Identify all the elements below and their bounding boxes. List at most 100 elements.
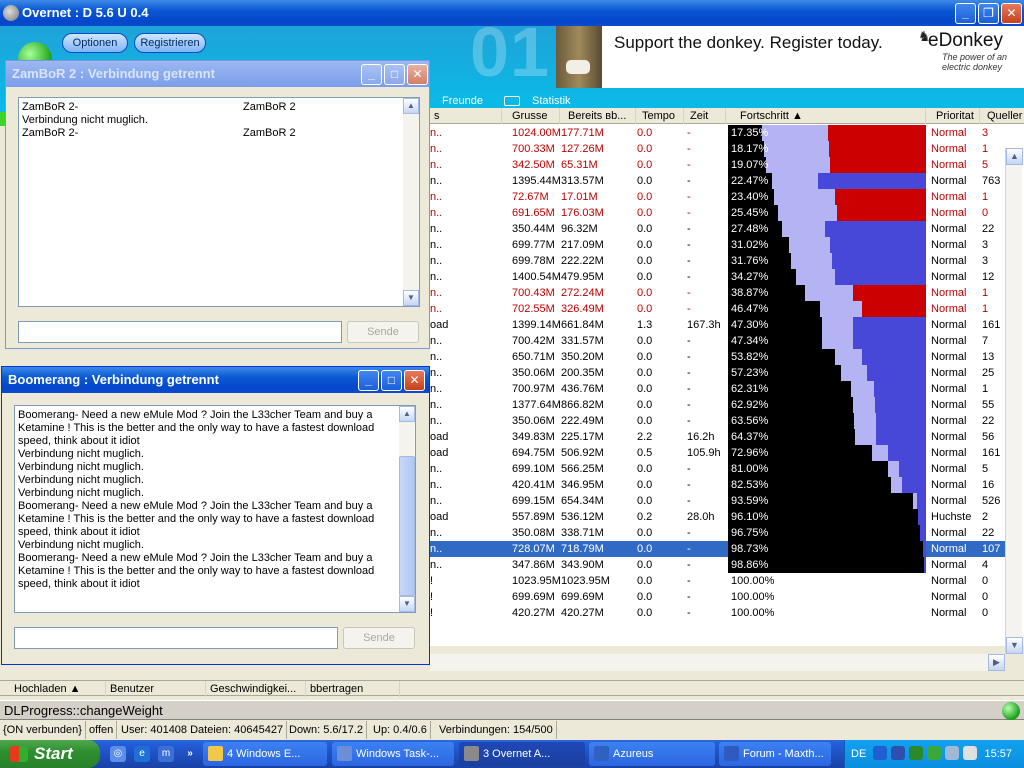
tray-arrow-icon[interactable]: [873, 746, 887, 760]
main-window-titlebar[interactable]: Overnet : D 5.6 U 0.4 _ ❐ ✕: [0, 0, 1024, 26]
download-list-scrollbar[interactable]: ▲ ▼: [1005, 148, 1023, 654]
chat-line: Verbindung nicht muglich.: [18, 474, 144, 486]
table-row[interactable]: n.. 347.86M 343.90M 0.0 - 98.86% Normal 4: [430, 557, 1006, 573]
maxthon-icon[interactable]: m: [158, 746, 174, 762]
table-row[interactable]: oad 557.89M 536.12M 0.2 28.0h 96.10% Huchste 2: [430, 509, 1006, 525]
table-row[interactable]: oad 349.83M 225.17M 2.2 16.2h 64.37% Normal 56: [430, 429, 1006, 445]
chat-scrollbar[interactable]: ▲ ▼: [399, 406, 415, 612]
minimize-icon[interactable]: _: [955, 3, 976, 24]
chat-window-zambor[interactable]: ZamBoR 2 : Verbindung getrennt _ □ ✕ Zam…: [5, 60, 430, 349]
table-row[interactable]: n.. 350.06M 200.35M 0.0 - 57.23% Normal 25: [430, 365, 1006, 381]
col-uebertragen[interactable]: bbertragen: [306, 681, 400, 697]
quicklaunch-more-icon[interactable]: »: [182, 746, 198, 762]
chat-window-boomerang[interactable]: Boomerang : Verbindung getrennt _ □ ✕ Bo…: [1, 366, 430, 665]
scroll-down-icon[interactable]: ▼: [403, 290, 419, 306]
edonkey-banner[interactable]: Support the donkey. Register today. ♞ eD…: [556, 26, 1024, 88]
table-row[interactable]: n.. 350.06M 222.49M 0.0 - 63.56% Normal 22: [430, 413, 1006, 429]
chat-input[interactable]: [18, 321, 342, 343]
table-row[interactable]: n.. 1400.54M 479.95M 0.0 - 34.27% Normal 12: [430, 269, 1006, 285]
table-row[interactable]: n.. 699.10M 566.25M 0.0 - 81.00% Normal 5: [430, 461, 1006, 477]
col-hochladen[interactable]: Hochladen ▲: [10, 681, 106, 697]
restore-icon[interactable]: ❐: [978, 3, 999, 24]
table-row[interactable]: n.. 700.42M 331.57M 0.0 - 47.34% Normal 7: [430, 333, 1006, 349]
table-row[interactable]: n.. 702.55M 326.49M 0.0 - 46.47% Normal 1: [430, 301, 1006, 317]
taskbar-button[interactable]: 3 Overnet A...: [459, 742, 585, 766]
maximize-icon[interactable]: □: [384, 64, 405, 85]
table-row[interactable]: n.. 691.65M 176.03M 0.0 - 25.45% Normal 0: [430, 205, 1006, 221]
table-row[interactable]: oad 694.75M 506.92M 0.5 105.9h 72.96% Normal 16…: [430, 445, 1006, 461]
language-indicator[interactable]: DE: [851, 740, 866, 768]
col-name[interactable]: s: [430, 108, 502, 124]
download-list-hscrollbar[interactable]: ▶: [430, 654, 1005, 671]
taskbar-button[interactable]: Forum - Maxth...: [719, 742, 831, 766]
table-row[interactable]: ! 1023.95M 1023.95M 0.0 - 100.00% Normal 0: [430, 573, 1006, 589]
table-row[interactable]: ! 699.69M 699.69M 0.0 - 100.00% Normal 0: [430, 589, 1006, 605]
table-row[interactable]: n.. 700.97M 436.76M 0.0 - 62.31% Normal 1: [430, 381, 1006, 397]
send-button[interactable]: Sende: [347, 321, 419, 343]
scroll-down-icon[interactable]: ▼: [1006, 637, 1023, 654]
col-geschwindigkeit[interactable]: Geschwindigkei...: [206, 681, 306, 697]
internet-explorer-icon[interactable]: e: [134, 746, 150, 762]
table-row[interactable]: n.. 700.33M 127.26M 0.0 - 18.17% Normal 1: [430, 141, 1006, 157]
scroll-up-icon[interactable]: ▲: [403, 98, 419, 114]
tray-printer-icon[interactable]: [963, 746, 977, 760]
table-row[interactable]: n.. 699.78M 222.22M 0.0 - 31.76% Normal 3: [430, 253, 1006, 269]
chat-log[interactable]: ZamBoR 2- ZamBoR 2 Verbindung nicht muglic…: [18, 97, 420, 307]
progress-percent: 82.53%: [731, 479, 769, 491]
table-row[interactable]: n.. 1024.00M 177.71M 0.0 - 17.35% Normal 3: [430, 125, 1006, 141]
col-tempo[interactable]: Tempo: [638, 108, 684, 124]
download-size: 1024.00M: [512, 127, 561, 139]
tray-app-icon[interactable]: [891, 746, 905, 760]
col-zeit[interactable]: Zeit: [686, 108, 726, 124]
progress-segment: [902, 477, 926, 493]
scroll-up-icon[interactable]: ▲: [399, 406, 415, 422]
table-row[interactable]: n.. 350.44M 96.32M 0.0 - 27.48% Normal 22: [430, 221, 1006, 237]
chat-input[interactable]: [14, 627, 338, 649]
scroll-down-icon[interactable]: ▼: [399, 596, 415, 612]
start-button[interactable]: Start: [0, 740, 100, 768]
maximize-icon[interactable]: □: [381, 370, 402, 391]
table-row[interactable]: n.. 420.41M 346.95M 0.0 - 82.53% Normal 16: [430, 477, 1006, 493]
table-row[interactable]: n.. 1377.64M 866.82M 0.0 - 62.92% Normal 55: [430, 397, 1006, 413]
download-priority: Normal: [931, 335, 967, 347]
table-row[interactable]: n.. 699.77M 217.09M 0.0 - 31.02% Normal 3: [430, 237, 1006, 253]
table-row[interactable]: n.. 699.15M 654.34M 0.0 - 93.59% Normal 526: [430, 493, 1006, 509]
col-fortschritt[interactable]: Fortschritt ▲: [736, 108, 926, 124]
close-icon[interactable]: ✕: [1001, 3, 1022, 24]
table-row[interactable]: n.. 700.43M 272.24M 0.0 - 38.87% Normal 1: [430, 285, 1006, 301]
col-quellen[interactable]: Queller: [983, 108, 1024, 124]
send-button[interactable]: Sende: [343, 627, 415, 649]
scroll-thumb[interactable]: [399, 456, 415, 596]
table-row[interactable]: n.. 342.50M 65.31M 0.0 - 19.07% Normal 5: [430, 157, 1006, 173]
col-prioritaet[interactable]: Prioritat: [932, 108, 980, 124]
minimize-icon[interactable]: _: [361, 64, 382, 85]
taskbar-button[interactable]: Azureus: [589, 742, 715, 766]
registrieren-button[interactable]: Registrieren: [134, 33, 206, 53]
scroll-right-icon[interactable]: ▶: [988, 654, 1005, 671]
taskbar-button[interactable]: 4 Windows E...: [203, 742, 327, 766]
minimize-icon[interactable]: _: [358, 370, 379, 391]
tray-network-icon[interactable]: [909, 746, 923, 760]
chat-log[interactable]: Boomerang- Need a new eMule Mod ? Join t…: [14, 405, 416, 613]
col-benutzer[interactable]: Benutzer: [106, 681, 206, 697]
table-row[interactable]: n.. 728.07M 718.79M 0.0 - 98.73% Normal 107: [430, 541, 1006, 557]
col-groesse[interactable]: Grusse: [508, 108, 560, 124]
table-row[interactable]: n.. 350.08M 338.71M 0.0 - 96.75% Normal 22: [430, 525, 1006, 541]
table-row[interactable]: oad 1399.14M 661.84M 1.3 167.3h 47.30% Normal 1…: [430, 317, 1006, 333]
table-row[interactable]: n.. 1395.44M 313.57M 0.0 - 22.47% Normal 763: [430, 173, 1006, 189]
tray-volume-icon[interactable]: [945, 746, 959, 760]
table-row[interactable]: n.. 650.71M 350.20M 0.0 - 53.82% Normal 13: [430, 349, 1006, 365]
tray-overnet-icon[interactable]: [927, 746, 941, 760]
task-app-icon: [337, 746, 352, 761]
close-icon[interactable]: ✕: [404, 370, 425, 391]
table-row[interactable]: n.. 72.67M 17.01M 0.0 - 23.40% Normal 1: [430, 189, 1006, 205]
download-list[interactable]: s Grusse Bereits вb... Tempo Zeit Fortsc…: [430, 108, 1024, 646]
chat-scrollbar[interactable]: ▲ ▼: [403, 98, 419, 306]
taskbar-button[interactable]: Windows Task-...: [332, 742, 454, 766]
quicklaunch-app-icon[interactable]: ◎: [110, 746, 126, 762]
close-icon[interactable]: ✕: [407, 64, 428, 85]
col-bereits[interactable]: Bereits вb...: [564, 108, 636, 124]
scroll-up-icon[interactable]: ▲: [1006, 148, 1023, 165]
optionen-button[interactable]: Optionen: [62, 33, 128, 53]
table-row[interactable]: ! 420.27M 420.27M 0.0 - 100.00% Normal 0: [430, 605, 1006, 621]
